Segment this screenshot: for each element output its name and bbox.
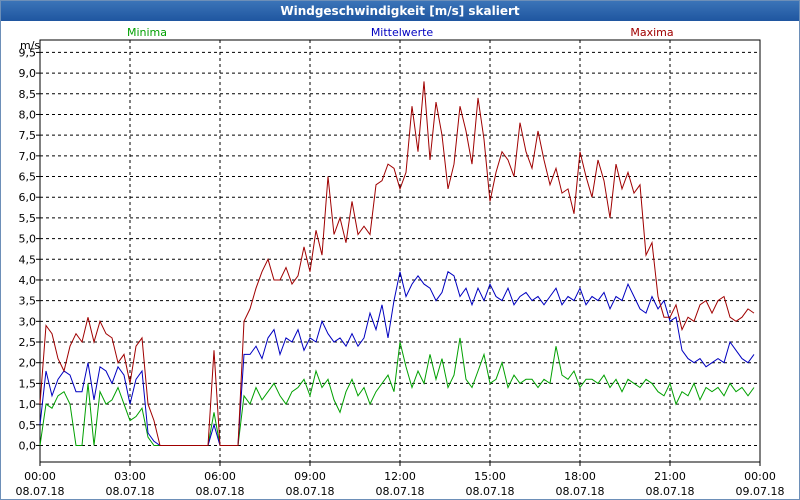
series-line-maxima	[39, 81, 755, 446]
legend-minima: Minima	[127, 26, 167, 39]
x-tick-date: 08.07.18	[376, 485, 425, 498]
x-tick-time: 03:00	[114, 470, 146, 483]
y-tick-label: 4,5	[19, 253, 37, 266]
series-line-mittelwerte	[39, 270, 755, 446]
y-tick-label: 0,5	[19, 419, 37, 432]
y-tick-label: 7,5	[19, 129, 37, 142]
x-tick-time: 12:00	[384, 470, 416, 483]
legend-maxima: Maxima	[630, 26, 673, 39]
y-tick-label: 8,5	[19, 88, 37, 101]
y-tick-label: 4,0	[19, 274, 37, 287]
y-tick-label: 2,0	[19, 357, 37, 370]
y-tick-label: 6,0	[19, 191, 37, 204]
y-tick-label: 3,0	[19, 315, 37, 328]
x-tick-date: 08.07.18	[16, 485, 65, 498]
y-tick-label: 3,5	[19, 295, 37, 308]
x-tick-date: 08.07.18	[646, 485, 695, 498]
x-tick-time: 00:00	[744, 470, 776, 483]
x-tick-time: 21:00	[654, 470, 686, 483]
x-tick-time: 00:00	[24, 470, 56, 483]
legend-mittelwerte: Mittelwerte	[371, 26, 434, 39]
y-axis-unit-label: m/s	[20, 39, 40, 52]
wind-speed-chart: 0,0 0,5 1,0 1,5 2,0 2,5 3,0 3,5 4,0 4,5 5,0 5,5 6,0 6…	[16, 26, 785, 498]
y-tick-label: 6,5	[19, 171, 37, 184]
y-tick-label: 1,0	[19, 398, 37, 411]
x-tick-date: 08.07.18	[286, 485, 335, 498]
x-tick-time: 06:00	[204, 470, 236, 483]
y-tick-label: 7,0	[19, 150, 37, 163]
x-tick-time: 18:00	[564, 470, 596, 483]
y-tick-label: 8,0	[19, 108, 37, 121]
x-tick-date: 08.07.18	[466, 485, 515, 498]
y-tick-label: 0,0	[19, 439, 37, 452]
x-tick-date: 09.07.18	[736, 485, 785, 498]
series-layer	[39, 81, 755, 446]
y-tick-label: 2,5	[19, 336, 37, 349]
x-tick-date: 08.07.18	[196, 485, 245, 498]
y-tick-label: 1,5	[19, 377, 37, 390]
x-tick-date: 08.07.18	[106, 485, 155, 498]
y-tick-label: 5,5	[19, 212, 37, 225]
y-tick-label: 5,0	[19, 233, 37, 246]
x-tick-time: 09:00	[294, 470, 326, 483]
x-tick-time: 15:00	[474, 470, 506, 483]
y-tick-label: 9,0	[19, 67, 37, 80]
x-tick-date: 08.07.18	[556, 485, 605, 498]
